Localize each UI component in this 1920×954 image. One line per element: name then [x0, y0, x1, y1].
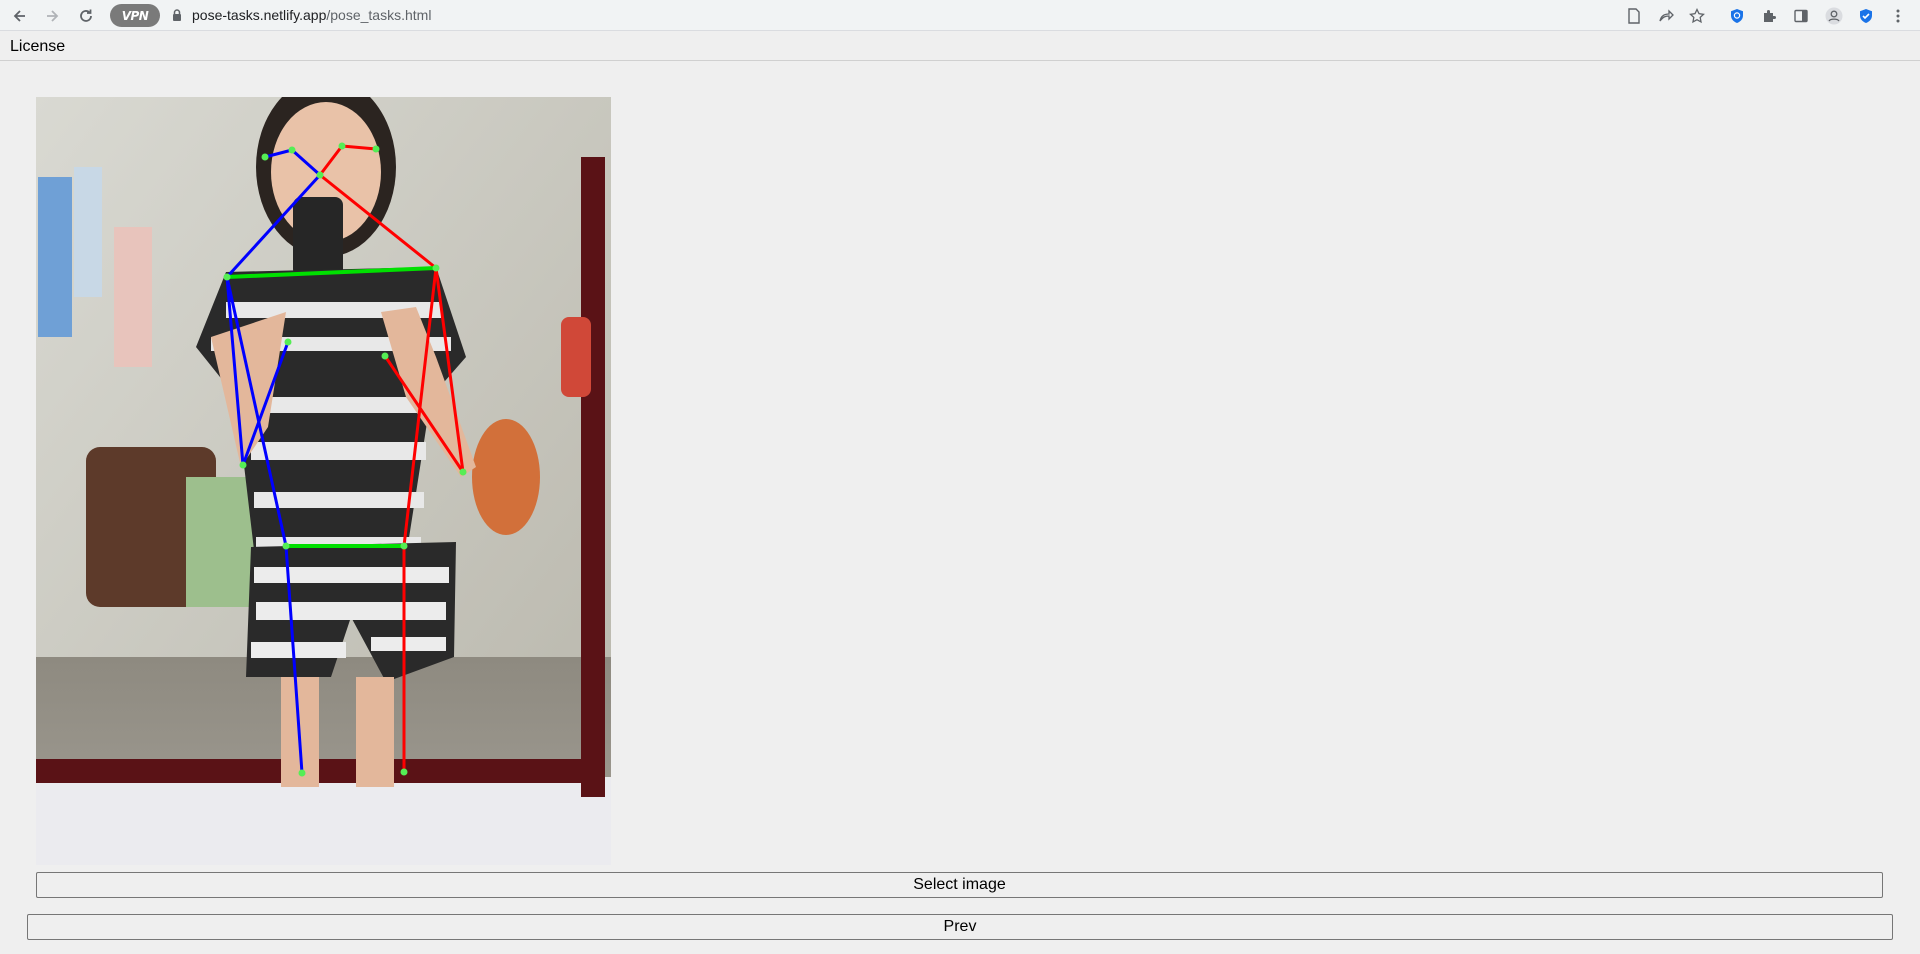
profile-button[interactable] — [1822, 4, 1846, 28]
sofa-cushion — [186, 477, 256, 607]
keypoint-right-ear — [372, 145, 380, 153]
hanging-clothes-light — [74, 167, 102, 297]
arrow-right-icon — [47, 10, 59, 22]
avatar-icon — [1825, 7, 1843, 25]
back-button[interactable] — [8, 4, 32, 28]
keypoint-right-eye — [338, 142, 346, 150]
extensions-button[interactable] — [1757, 4, 1781, 28]
photo-bottom-wall — [36, 777, 611, 865]
keypoint-right-wrist — [381, 352, 389, 360]
keypoint-nose — [316, 171, 324, 179]
keypoint-left-knee — [298, 769, 306, 777]
keypoint-left-wrist — [284, 338, 292, 346]
more-vertical-icon — [1896, 9, 1900, 23]
mirror-frame-right — [581, 157, 605, 797]
page-info-button[interactable] — [1622, 4, 1646, 28]
side-panel-icon — [1794, 9, 1808, 23]
page-header: License — [0, 31, 1920, 61]
side-panel-button[interactable] — [1789, 4, 1813, 28]
address-bar[interactable]: pose-tasks.netlify.app/pose_tasks.html — [192, 7, 431, 23]
vpn-badge[interactable]: VPN — [110, 4, 160, 27]
menu-button[interactable] — [1886, 4, 1910, 28]
license-link[interactable]: License — [10, 38, 65, 56]
security-extension-button[interactable] — [1854, 4, 1878, 28]
forward-button[interactable] — [40, 4, 64, 28]
arrow-left-icon — [13, 10, 25, 22]
hanging-clothes-blue — [38, 177, 72, 337]
orange-object — [472, 419, 540, 535]
keypoint-right-elbow — [459, 468, 467, 476]
keypoint-left-hip — [282, 542, 290, 550]
keypoint-left-shoulder — [223, 273, 231, 281]
reload-button[interactable] — [74, 4, 98, 28]
share-button[interactable] — [1654, 4, 1678, 28]
prev-button[interactable]: Prev — [27, 914, 1893, 940]
hanging-clothes-pink — [114, 227, 152, 367]
reload-icon — [80, 9, 92, 22]
select-image-button[interactable]: Select image — [36, 872, 1883, 898]
right-leg — [356, 677, 394, 787]
bookmark-button[interactable] — [1685, 4, 1709, 28]
puzzle-icon — [1764, 10, 1776, 22]
shield-check-icon — [1860, 9, 1872, 23]
document-icon — [1628, 8, 1640, 24]
red-bottle — [561, 317, 591, 397]
star-icon — [1689, 8, 1705, 24]
phone — [293, 197, 343, 277]
lock-icon[interactable] — [170, 8, 184, 22]
keypoint-left-eye — [288, 146, 296, 154]
keypoint-right-hip — [400, 542, 408, 550]
url-path: /pose_tasks.html — [326, 7, 432, 23]
url-host: pose-tasks.netlify.app — [192, 7, 327, 23]
shield-icon — [1731, 9, 1743, 23]
pose-image — [36, 97, 611, 865]
adblock-extension-button[interactable] — [1725, 4, 1749, 28]
keypoint-right-knee — [400, 768, 408, 776]
keypoint-left-elbow — [239, 461, 247, 469]
keypoint-right-shoulder — [432, 264, 440, 272]
browser-toolbar: VPN pose-tasks.netlify.app/pose_tasks.ht… — [0, 0, 1920, 31]
keypoint-left-ear — [261, 153, 269, 161]
share-icon — [1659, 9, 1674, 22]
